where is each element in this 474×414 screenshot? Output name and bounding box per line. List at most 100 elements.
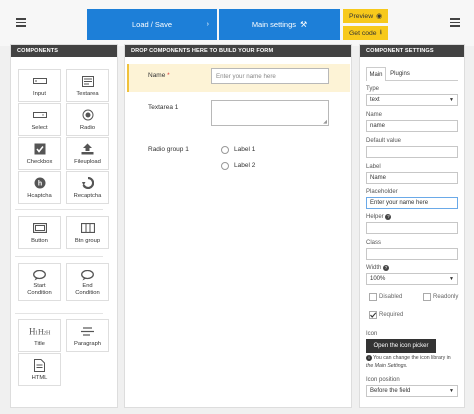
left-menu-icon[interactable]	[16, 18, 26, 27]
svg-text:h: h	[37, 181, 41, 188]
radio-option-2-label: Label 2	[234, 162, 256, 169]
recaptcha-icon	[81, 177, 95, 189]
radio-option-1-label: Label 1	[234, 146, 256, 153]
disabled-label: Disabled	[379, 294, 403, 300]
top-bar: Load / Save › Main settings ⚒ Preview ◉ …	[0, 0, 474, 46]
chevron-right-icon: ›	[206, 21, 209, 28]
default-value-input[interactable]	[366, 146, 458, 158]
width-select[interactable]: 100% ▼	[366, 273, 458, 285]
info-icon: i	[366, 355, 372, 361]
download-icon: ⭳	[379, 28, 382, 36]
button-icon	[32, 222, 47, 234]
resize-handle-icon: ◢	[323, 119, 327, 125]
divider	[15, 256, 103, 257]
component-checkbox[interactable]: Checkbox	[18, 137, 61, 170]
checkbox-icon	[33, 143, 47, 155]
main-settings-label: Main settings	[251, 20, 296, 29]
component-hcaptcha[interactable]: h Hcaptcha	[18, 171, 61, 204]
component-end-condition[interactable]: End Condition	[66, 263, 109, 301]
component-recaptcha[interactable]: Recaptcha	[66, 171, 109, 204]
default-value-label: Default value	[366, 138, 402, 144]
form-builder-panel: DROP COMPONENTS HERE TO BUILD YOUR FORM	[124, 44, 352, 408]
component-textarea[interactable]: Textarea	[66, 69, 109, 102]
type-select[interactable]: text ▼	[366, 94, 458, 106]
component-btn-group[interactable]: Btn group	[66, 216, 109, 249]
placeholder-setting-input[interactable]: Enter your name here	[366, 197, 458, 209]
placeholder-setting-label: Placeholder	[366, 189, 398, 195]
width-setting-label: Width ?	[366, 265, 390, 271]
component-select[interactable]: Select	[18, 103, 61, 136]
right-menu-icon[interactable]	[450, 18, 460, 27]
select-icon	[32, 109, 47, 121]
tabs-divider	[386, 80, 458, 81]
class-setting-input[interactable]	[366, 248, 458, 260]
required-checkbox[interactable]	[369, 311, 377, 319]
get-code-button[interactable]: Get code ⭳	[343, 26, 388, 40]
radio-group-label: Radio group 1	[148, 146, 189, 153]
main-settings-button[interactable]: Main settings ⚒	[219, 9, 340, 40]
class-setting-label: Class	[366, 240, 382, 246]
type-label: Type	[366, 86, 380, 92]
upload-icon	[81, 143, 95, 155]
textarea-input[interactable]: ◢	[211, 100, 329, 126]
load-save-button[interactable]: Load / Save ›	[87, 9, 217, 40]
checkmark-icon	[370, 312, 377, 318]
name-setting-label: Name	[366, 112, 383, 118]
divider	[15, 209, 103, 210]
textarea-icon	[81, 75, 95, 87]
component-paragraph[interactable]: Paragraph	[66, 319, 109, 352]
radio-icon	[81, 109, 95, 121]
tab-plugins[interactable]: Plugins	[388, 67, 412, 81]
helper-setting-label: Helper ?	[366, 214, 392, 220]
get-code-label: Get code	[349, 29, 377, 37]
components-header: COMPONENTS	[11, 45, 117, 57]
chevron-down-icon: ▼	[449, 276, 454, 282]
chevron-down-icon: ▼	[449, 388, 454, 394]
comment-icon	[33, 269, 47, 281]
radio-option-2[interactable]	[221, 162, 229, 170]
tab-main[interactable]: Main	[366, 67, 386, 81]
button-group-icon	[80, 222, 95, 234]
svg-text:H: H	[46, 331, 51, 337]
help-icon: ?	[383, 265, 390, 271]
label-setting-input[interactable]: Name	[366, 172, 458, 184]
name-input[interactable]: Enter your name here	[211, 68, 329, 84]
hcaptcha-icon: h	[33, 177, 47, 189]
readonly-checkbox[interactable]	[423, 293, 431, 301]
textarea-field-label: Textarea 1	[148, 104, 179, 111]
help-icon: ?	[385, 214, 392, 220]
paragraph-icon	[81, 325, 95, 337]
divider	[15, 313, 103, 314]
eye-icon: ◉	[376, 13, 383, 20]
icon-help-line1: You can change the icon library in	[373, 355, 451, 361]
icon-position-label: Icon position	[366, 377, 400, 383]
html-file-icon	[33, 358, 47, 372]
label-setting-label: Label	[366, 164, 381, 170]
disabled-checkbox[interactable]	[369, 293, 377, 301]
heading-icon: H1H2H	[29, 325, 51, 337]
icon-position-select[interactable]: Before the field ▼	[366, 385, 458, 397]
component-fileupload[interactable]: Fileupload	[66, 137, 109, 170]
icon-help-line2: the Main Settings.	[366, 363, 408, 369]
helper-setting-input[interactable]	[366, 222, 458, 234]
icon-picker-button[interactable]: Open the icon picker	[366, 339, 436, 353]
chevron-down-icon: ▼	[449, 97, 454, 103]
input-icon	[32, 75, 47, 87]
name-field-label: Name *	[148, 72, 170, 79]
component-start-condition[interactable]: Start Condition	[18, 263, 61, 301]
required-label: Required	[379, 312, 404, 318]
name-setting-input[interactable]: name	[366, 120, 458, 132]
component-input[interactable]: Input	[18, 69, 61, 102]
component-html[interactable]: HTML	[18, 353, 61, 386]
radio-option-1[interactable]	[221, 146, 229, 154]
component-title[interactable]: H1H2H Title	[18, 319, 61, 352]
preview-label: Preview	[348, 12, 374, 20]
preview-button[interactable]: Preview ◉	[343, 9, 388, 23]
icon-setting-label: Icon	[366, 331, 378, 337]
component-button[interactable]: Button	[18, 216, 61, 249]
load-save-label: Load / Save	[131, 20, 173, 29]
comment-icon	[81, 269, 95, 281]
tools-icon: ⚒	[300, 20, 308, 29]
component-radio[interactable]: Radio	[66, 103, 109, 136]
builder-header: DROP COMPONENTS HERE TO BUILD YOUR FORM	[125, 45, 351, 57]
